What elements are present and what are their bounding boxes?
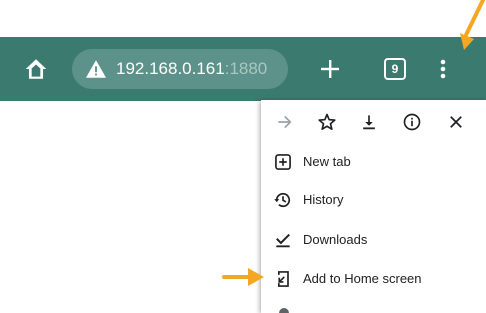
url-text[interactable]: 192.168.0.161:1880	[116, 59, 267, 79]
add-to-home-icon	[278, 271, 289, 287]
star-icon	[318, 113, 336, 130]
menu-item-label: Downloads	[303, 232, 368, 247]
downloads-icon	[276, 233, 290, 248]
new-tab-icon	[275, 154, 291, 170]
warning-icon[interactable]	[85, 58, 107, 80]
download-page-button[interactable]	[351, 104, 387, 140]
url-port: :1880	[224, 59, 268, 78]
forward-icon	[278, 115, 292, 129]
menu-item-label: Add to Home screen	[303, 271, 422, 286]
download-icon	[363, 115, 375, 130]
info-icon	[403, 113, 421, 131]
home-button[interactable]	[18, 49, 54, 89]
close-menu-button[interactable]	[438, 104, 474, 140]
close-icon	[450, 116, 462, 128]
tab-switcher-button[interactable]: 9	[377, 51, 413, 87]
menu-item-label: New tab	[303, 154, 351, 169]
bookmark-button[interactable]	[309, 104, 345, 140]
menu-icon-row	[261, 100, 486, 144]
menu-item-history[interactable]: History	[261, 180, 486, 220]
menu-item-label: History	[303, 192, 344, 207]
overflow-menu: New tab History Downloads Add to Home sc…	[261, 100, 486, 313]
menu-item-add-to-home-screen[interactable]: Add to Home screen	[261, 259, 486, 299]
browser-toolbar: 192.168.0.161:1880 9	[0, 37, 486, 101]
url-host: 192.168.0.161	[116, 59, 225, 78]
tab-count: 9	[391, 62, 399, 76]
home-icon	[25, 59, 47, 79]
tab-switcher-icon: 9	[384, 58, 406, 80]
annotation-arrow-add-to-home	[222, 268, 264, 286]
plus-icon	[321, 60, 339, 78]
new-tab-button[interactable]	[312, 49, 348, 89]
menu-item-downloads[interactable]: Downloads	[261, 220, 486, 260]
menu-item-new-tab[interactable]: New tab	[261, 142, 486, 182]
forward-button[interactable]	[267, 104, 303, 140]
partial-menu-item-icon	[279, 308, 289, 313]
address-bar[interactable]: 192.168.0.161:1880	[72, 49, 288, 89]
history-icon	[274, 192, 291, 208]
page-info-button[interactable]	[394, 104, 430, 140]
annotation-arrow-menu	[460, 0, 485, 50]
more-vert-icon	[440, 59, 446, 79]
